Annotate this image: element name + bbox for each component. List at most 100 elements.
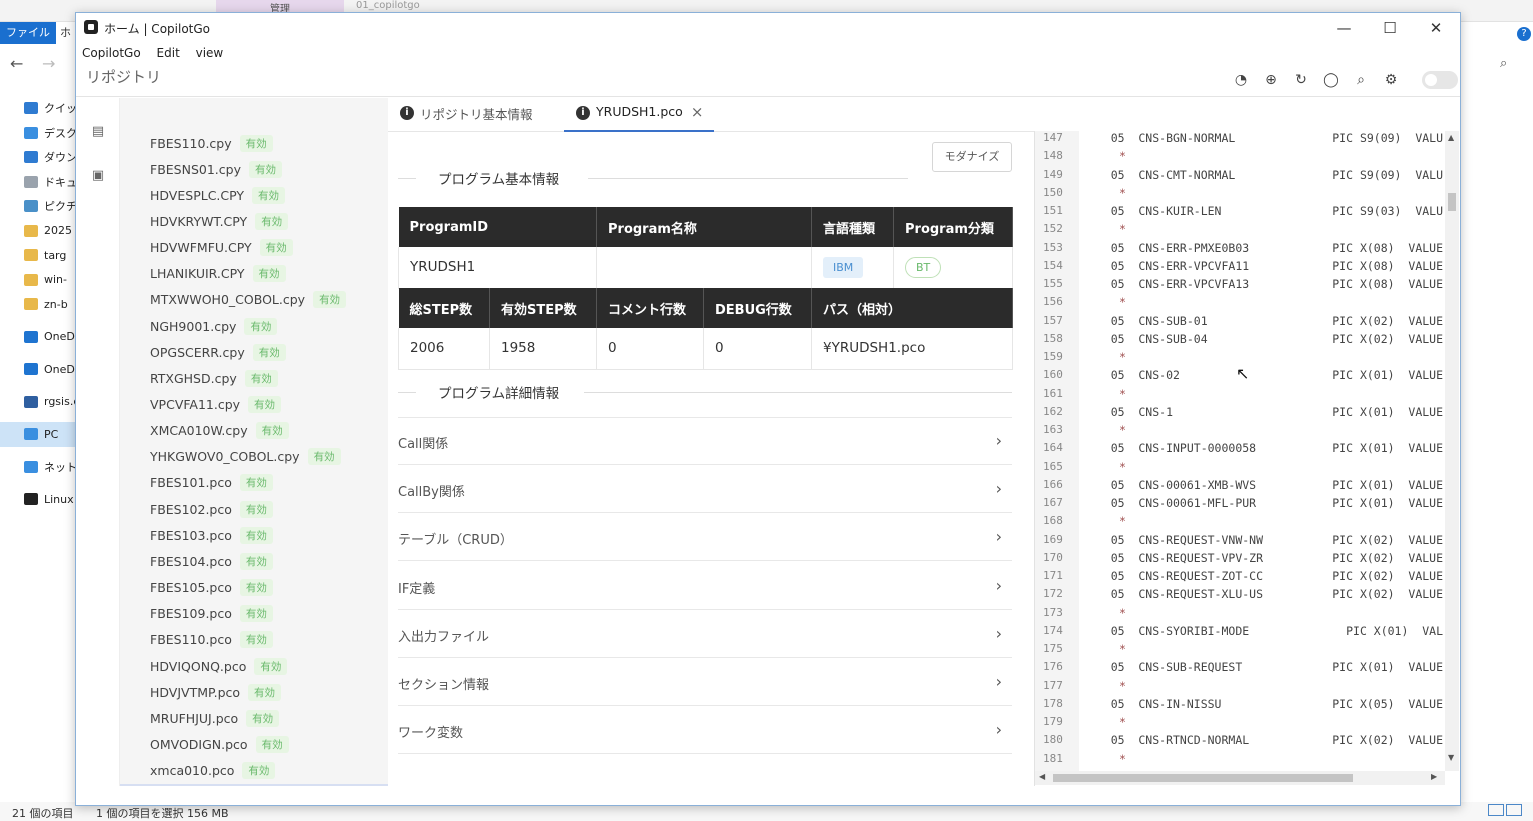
file-list-item[interactable]: VPCVFA11.cpy 有効	[120, 392, 388, 418]
file-list-item[interactable]: FBES110.pco 有効	[120, 627, 388, 653]
detail-row[interactable]: Call関係 ›	[398, 417, 1012, 465]
file-list-item[interactable]: FBES110.cpy 有効	[120, 130, 388, 156]
refresh-icon[interactable]: ↻	[1292, 71, 1310, 89]
explorer-file-button[interactable]: ファイル	[0, 22, 56, 44]
maximize-button[interactable]: ☐	[1370, 17, 1410, 39]
file-list-item[interactable]: RTXGHSD.cpy 有効	[120, 365, 388, 391]
detail-row[interactable]: テーブル（CRUD） ›	[398, 513, 1012, 562]
explorer-sidebar-item[interactable]: OneD	[0, 325, 76, 350]
details-view-icon[interactable]	[1488, 804, 1504, 816]
search-icon[interactable]: ⌕	[1352, 71, 1370, 89]
file-list-item[interactable]: XMCA010W.cpy 有効	[120, 418, 388, 444]
scroll-down-icon[interactable]: ▼	[1448, 753, 1454, 762]
help-icon[interactable]: ?	[1517, 27, 1531, 41]
file-list-item[interactable]: HDVIQONQ.pco 有効	[120, 653, 388, 679]
file-list-item[interactable]: YRUDSH1.pco有効	[120, 783, 388, 786]
file-list-item[interactable]: HDVWFMFU.CPY 有効	[120, 235, 388, 261]
theme-toggle[interactable]	[1422, 71, 1458, 89]
file-name: HDVESPLC.CPY	[150, 187, 245, 203]
tab-yrudsh1[interactable]: i YRUDSH1.pco ×	[564, 104, 714, 132]
explorer-sidebar-item[interactable]: ネットワ	[0, 455, 76, 480]
debug-lines-value: 0	[703, 328, 812, 370]
detail-row[interactable]: CallBy関係 ›	[398, 465, 1012, 514]
scroll-right-icon[interactable]: ▶	[1431, 772, 1437, 781]
line-number: 159	[1043, 350, 1063, 363]
minimize-button[interactable]: —	[1324, 17, 1364, 39]
file-list-item[interactable]: HDVKRYWT.CPY 有効	[120, 208, 388, 234]
file-list-item[interactable]: FBES104.pco 有効	[120, 548, 388, 574]
path-value: ¥YRUDSH1.pco	[811, 328, 1013, 370]
modernize-button[interactable]: モダナイズ	[932, 142, 1012, 172]
horizontal-scroll-thumb[interactable]	[1053, 774, 1353, 782]
status-badge: 有効	[248, 683, 282, 701]
close-tab-icon[interactable]: ×	[691, 104, 704, 120]
file-list-item[interactable]: FBES103.pco 有効	[120, 522, 388, 548]
settings-gear-icon[interactable]: ⚙	[1382, 71, 1400, 89]
explorer-sidebar-item[interactable]: ドキュ	[0, 170, 76, 195]
dashboard-gauge-icon[interactable]: ◔	[1232, 71, 1250, 89]
detail-row[interactable]: 入出力ファイル ›	[398, 610, 1012, 658]
vertical-scroll-thumb[interactable]	[1448, 193, 1456, 211]
horizontal-scrollbar[interactable]: ◀ ▶	[1035, 771, 1445, 785]
explorer-sidebar-item[interactable]: ピクチ	[0, 194, 76, 219]
file-name: OPGSCERR.cpy	[150, 344, 245, 360]
explorer-sidebar-item[interactable]: win-	[0, 268, 76, 293]
chat-icon[interactable]: ◯	[1322, 71, 1340, 89]
explorer-view-toggle[interactable]	[1488, 804, 1528, 818]
detail-row[interactable]: IF定義 ›	[398, 562, 1012, 610]
file-list-item[interactable]: MTXWWOH0_COBOL.cpy 有効	[120, 287, 388, 313]
explorer-sidebar-item[interactable]: クイック	[0, 96, 76, 121]
explorer-sidebar-item[interactable]: targ	[0, 243, 76, 268]
explorer-sidebar-item[interactable]: rgsis.c	[0, 390, 76, 415]
vertical-scrollbar[interactable]: ▲ ▼	[1445, 131, 1459, 771]
menu-copilotgo[interactable]: CopilotGo	[82, 43, 141, 63]
back-arrow-icon[interactable]: ←	[10, 54, 23, 73]
explorer-ribbon-home[interactable]: ホ	[60, 22, 71, 44]
explorer-sidebar-item[interactable]: 2025	[0, 219, 76, 244]
file-list-item[interactable]: FBES109.pco 有効	[120, 601, 388, 627]
explorer-sidebar-item[interactable]: OneD	[0, 357, 76, 382]
file-list-item[interactable]: MRUFHJUJ.pco 有効	[120, 705, 388, 731]
explorer-search-icon[interactable]: ⌕	[1500, 56, 1507, 71]
explorer-sidebar-item[interactable]: デスク	[0, 121, 76, 146]
file-document-icon[interactable]: ▤	[90, 124, 106, 140]
menu-edit[interactable]: Edit	[157, 43, 180, 63]
line-number: 150	[1043, 185, 1063, 199]
file-list-item[interactable]: HDVJVTMP.pco 有効	[120, 679, 388, 705]
detail-row[interactable]: ワーク変数 ›	[398, 706, 1012, 755]
status-badge: 有効	[239, 631, 273, 649]
explorer-sidebar-item[interactable]: PC	[0, 422, 76, 447]
explorer-sidebar-label: zn-b	[44, 297, 68, 311]
file-list-item[interactable]: OMVODIGN.pco 有効	[120, 731, 388, 757]
scroll-left-icon[interactable]: ◀	[1039, 772, 1045, 781]
file-list-item[interactable]: FBES105.pco 有効	[120, 575, 388, 601]
file-list-item-clipped[interactable]	[120, 100, 388, 126]
menu-view[interactable]: view	[196, 43, 224, 63]
explorer-sidebar-item[interactable]: ダウン	[0, 145, 76, 170]
file-list-item[interactable]: xmca010.pco 有効	[120, 758, 388, 784]
file-list-item[interactable]: HDVESPLC.CPY 有効	[120, 182, 388, 208]
file-list-item[interactable]: OPGSCERR.cpy 有効	[120, 339, 388, 365]
forward-arrow-icon[interactable]: →	[42, 54, 55, 73]
file-list-item[interactable]: NGH9001.cpy 有効	[120, 313, 388, 339]
close-window-button[interactable]: ✕	[1416, 17, 1456, 39]
file-list-item[interactable]: LHANIKUIR.CPY 有効	[120, 261, 388, 287]
scroll-up-icon[interactable]: ▲	[1448, 133, 1454, 142]
file-list-item[interactable]: YHKGWOV0_COBOL.cpy 有効	[120, 444, 388, 470]
tiles-view-icon[interactable]	[1506, 804, 1522, 816]
explorer-sidebar-label: クイック	[44, 102, 76, 116]
tab-repository-info[interactable]: i リポジトリ基本情報	[400, 104, 560, 132]
code-line: 05 CNS-RTNCD-NORMAL PIC X(02) VALUE	[1083, 733, 1443, 748]
detail-row-label: CallBy関係	[398, 485, 465, 501]
file-list-item[interactable]: FBES102.pco 有効	[120, 496, 388, 522]
database-icon[interactable]: ▣	[90, 168, 106, 184]
code-line: 05 CNS-IN-NISSU PIC X(05) VALUE	[1083, 696, 1443, 711]
explorer-sidebar-item[interactable]: zn-b	[0, 292, 76, 317]
file-list-item[interactable]: FBES101.pco 有効	[120, 470, 388, 496]
file-list-item[interactable]: FBESNS01.cpy 有効	[120, 156, 388, 182]
target-icon[interactable]: ⊕	[1262, 71, 1280, 89]
line-number: 171	[1043, 569, 1063, 582]
detail-row[interactable]: セクション情報 ›	[398, 658, 1012, 706]
line-number: 163	[1043, 423, 1063, 436]
explorer-sidebar-item[interactable]: Linux	[0, 487, 76, 512]
